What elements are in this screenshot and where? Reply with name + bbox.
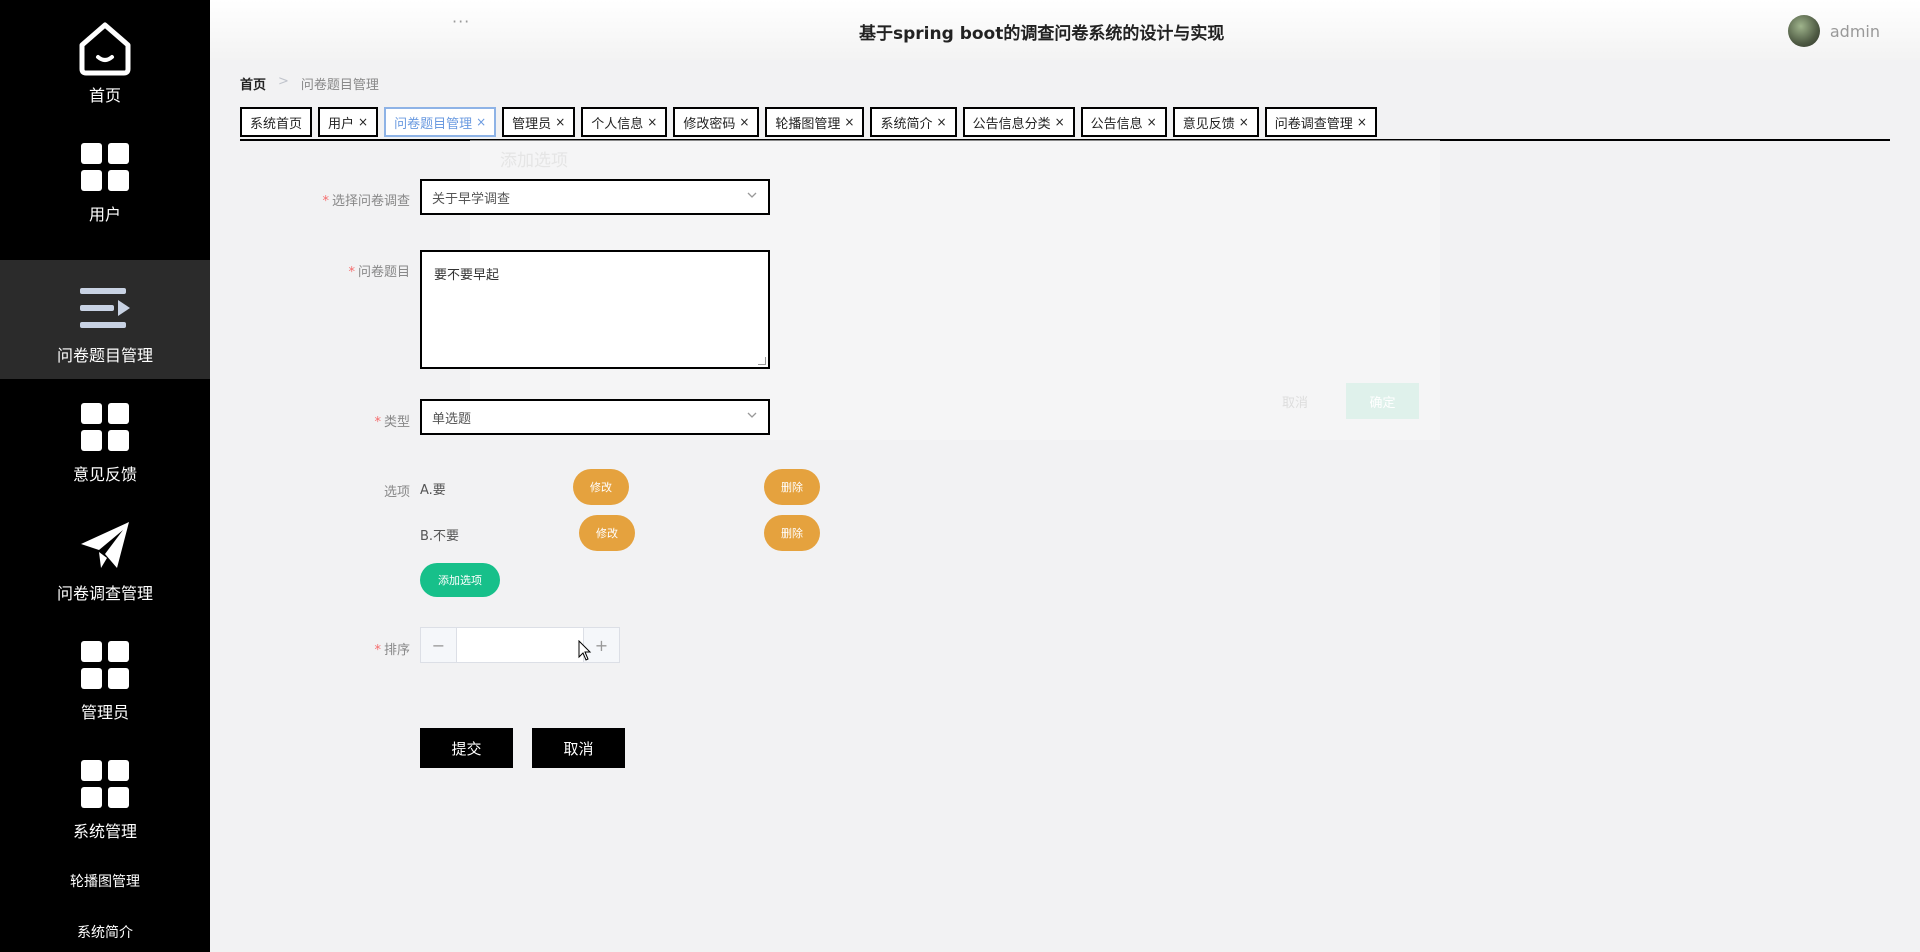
question-textarea[interactable]: 要不要早起 xyxy=(420,250,770,369)
tab-label: 个人信息 xyxy=(591,116,644,132)
sidebar-item-question-manage[interactable]: 问卷题目管理 xyxy=(0,260,210,379)
breadcrumb: 首页 > 问卷题目管理 xyxy=(240,74,379,93)
sidebar: 首页 用户 问卷题目管理 意见反馈 问卷调查管理 管理员 系统管理 轮播图管理 … xyxy=(0,0,210,952)
option-text: A.要 xyxy=(420,483,446,498)
breadcrumb-home[interactable]: 首页 xyxy=(240,74,266,93)
close-icon[interactable]: × xyxy=(1239,115,1249,129)
home-icon xyxy=(75,18,135,78)
tab-label: 系统简介 xyxy=(880,116,933,132)
tab-survey-manage[interactable]: 问卷调查管理 × xyxy=(1264,107,1377,137)
tab-admin[interactable]: 管理员 × xyxy=(502,107,576,137)
tab-label: 管理员 xyxy=(512,116,552,132)
fading-dialog-title: 添加选项 xyxy=(500,151,568,171)
fading-dialog-confirm: 确定 xyxy=(1346,383,1419,419)
breadcrumb-current: 问卷题目管理 xyxy=(300,78,379,93)
username[interactable]: admin xyxy=(1830,22,1880,41)
sidebar-subitem-carousel[interactable]: 轮播图管理 xyxy=(0,871,210,891)
grid-icon xyxy=(75,635,135,695)
cancel-button[interactable]: 取消 xyxy=(532,728,625,768)
tab-label: 意见反馈 xyxy=(1182,116,1235,132)
tab-notice-category[interactable]: 公告信息分类 × xyxy=(962,107,1075,137)
menu-dots-icon[interactable]: ··· xyxy=(452,12,470,31)
tab-feedback[interactable]: 意见反馈 × xyxy=(1172,107,1259,137)
sidebar-item-feedback[interactable]: 意见反馈 xyxy=(0,379,210,498)
sidebar-item-survey-manage[interactable]: 问卷调查管理 xyxy=(0,498,210,617)
app-title: 基于spring boot的调查问卷系统的设计与实现 xyxy=(859,24,1225,44)
sidebar-item-label: 问卷题目管理 xyxy=(56,346,153,365)
sidebar-item-label: 问卷调查管理 xyxy=(56,584,153,603)
tab-system-home[interactable]: 系统首页 xyxy=(240,107,313,137)
grid-icon xyxy=(75,397,135,457)
sidebar-item-admin[interactable]: 管理员 xyxy=(0,617,210,736)
close-icon[interactable]: × xyxy=(1147,115,1157,129)
user-menu[interactable]: admin xyxy=(1787,15,1880,47)
tab-label: 问卷调查管理 xyxy=(1274,116,1353,132)
tab-bar: 系统首页 用户 × 问卷题目管理 × 管理员 × 个人信息 × 修改密码 × 轮播图管理 ×… xyxy=(240,107,1890,141)
tab-label: 用户 xyxy=(328,116,355,132)
sidebar-item-label: 系统管理 xyxy=(72,822,137,841)
close-icon[interactable]: × xyxy=(647,115,657,129)
tab-users[interactable]: 用户 × xyxy=(318,107,379,137)
sidebar-item-users[interactable]: 用户 xyxy=(0,119,210,238)
sidebar-item-home[interactable]: 首页 xyxy=(0,0,210,119)
option-text: B.不要 xyxy=(420,529,460,544)
close-icon[interactable]: × xyxy=(1357,115,1367,129)
survey-select[interactable]: 关于早学调查 xyxy=(420,179,770,215)
type-select-value: 单选题 xyxy=(432,411,472,427)
close-icon[interactable]: × xyxy=(476,115,486,129)
mouse-cursor-icon xyxy=(578,639,592,666)
submit-button[interactable]: 提交 xyxy=(420,728,513,768)
type-select[interactable]: 单选题 xyxy=(420,399,770,435)
add-option-button[interactable]: 添加选项 xyxy=(420,563,500,597)
decrement-button[interactable]: − xyxy=(421,628,457,662)
chevron-down-icon xyxy=(746,189,758,204)
paper-plane-icon xyxy=(75,516,135,576)
tab-label: 修改密码 xyxy=(683,116,736,132)
chevron-down-icon xyxy=(746,409,758,424)
list-arrow-icon xyxy=(75,278,135,338)
tab-change-password[interactable]: 修改密码 × xyxy=(673,107,760,137)
top-header: ··· 基于spring boot的调查问卷系统的设计与实现 admin xyxy=(210,0,1920,60)
tab-system-intro[interactable]: 系统简介 × xyxy=(870,107,957,137)
close-icon[interactable]: × xyxy=(739,115,749,129)
breadcrumb-separator: > xyxy=(278,74,289,89)
question-label: * 问卷题目 xyxy=(348,265,410,280)
sidebar-item-label: 首页 xyxy=(88,86,121,105)
sort-input[interactable] xyxy=(457,628,583,662)
options-label: 选项 xyxy=(383,485,410,500)
edit-option-button[interactable]: 修改 xyxy=(573,469,629,505)
fading-dialog-cancel: 取消 xyxy=(1282,396,1309,411)
edit-option-button[interactable]: 修改 xyxy=(579,515,635,551)
close-icon[interactable]: × xyxy=(1055,115,1065,129)
delete-option-button[interactable]: 删除 xyxy=(764,515,820,551)
tab-label: 系统首页 xyxy=(250,116,303,132)
tab-label: 轮播图管理 xyxy=(775,116,841,132)
tab-notice[interactable]: 公告信息 × xyxy=(1080,107,1167,137)
delete-option-button[interactable]: 删除 xyxy=(764,469,820,505)
tab-carousel[interactable]: 轮播图管理 × xyxy=(765,107,865,137)
survey-label: * 选择问卷调查 xyxy=(322,194,410,209)
avatar[interactable] xyxy=(1787,15,1820,47)
close-icon[interactable]: × xyxy=(358,115,368,129)
resize-handle-icon[interactable] xyxy=(758,357,766,365)
tab-label: 公告信息分类 xyxy=(972,116,1051,132)
grid-icon xyxy=(75,754,135,814)
type-label: * 类型 xyxy=(374,415,410,430)
tab-question-manage[interactable]: 问卷题目管理 × xyxy=(384,107,497,137)
grid-icon xyxy=(75,137,135,197)
sort-label: * 排序 xyxy=(374,643,410,658)
close-icon[interactable]: × xyxy=(844,115,854,129)
question-value: 要不要早起 xyxy=(434,268,500,283)
sidebar-item-label: 管理员 xyxy=(80,703,129,722)
survey-select-value: 关于早学调查 xyxy=(432,191,511,207)
tab-profile[interactable]: 个人信息 × xyxy=(581,107,668,137)
sidebar-item-label: 用户 xyxy=(88,205,121,224)
sidebar-subitem-intro[interactable]: 系统简介 xyxy=(0,922,210,942)
sidebar-item-label: 意见反馈 xyxy=(72,465,137,484)
tab-label: 公告信息 xyxy=(1090,116,1143,132)
sidebar-item-system[interactable]: 系统管理 xyxy=(0,736,210,855)
tab-label: 问卷题目管理 xyxy=(394,116,473,132)
close-icon[interactable]: × xyxy=(937,115,947,129)
close-icon[interactable]: × xyxy=(555,115,565,129)
